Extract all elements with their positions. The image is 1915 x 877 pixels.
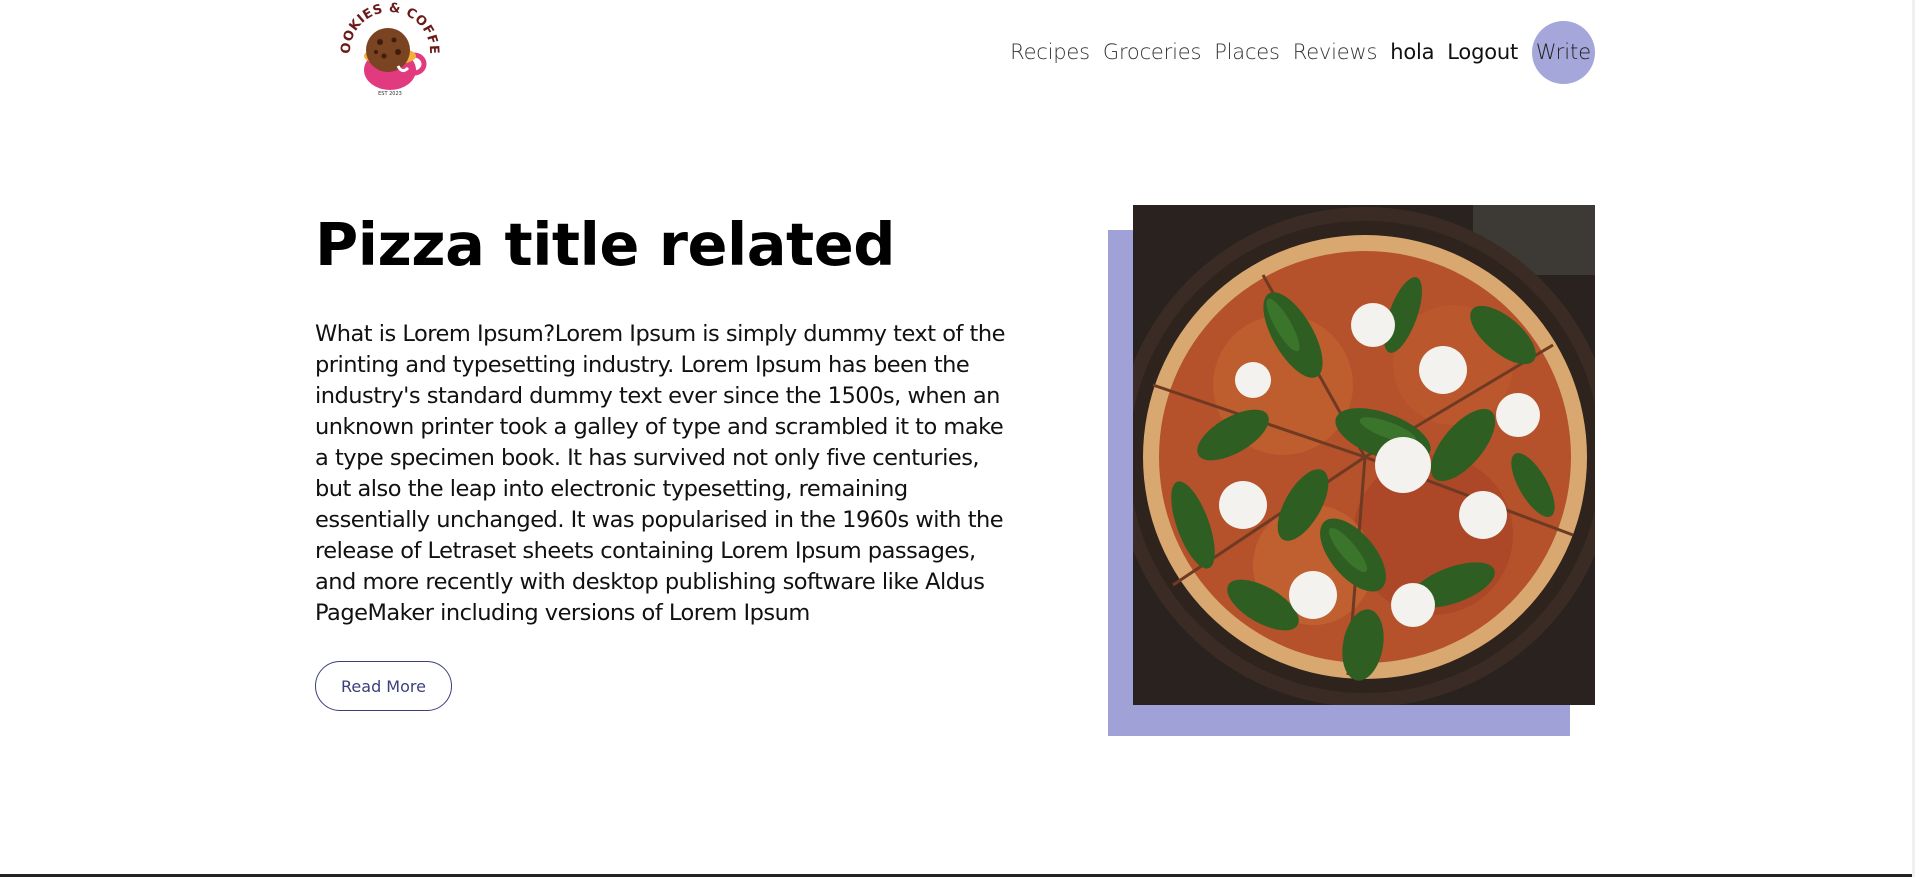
nav-groceries[interactable]: Groceries xyxy=(1103,40,1201,64)
nav-logout[interactable]: Logout xyxy=(1447,40,1518,64)
nav-recipes[interactable]: Recipes xyxy=(1010,40,1090,64)
svg-text:EST 2023: EST 2023 xyxy=(378,91,402,97)
nav-places[interactable]: Places xyxy=(1214,40,1280,64)
cookies-coffee-logo[interactable]: COOKIES & COFFEE EST 2023 xyxy=(327,0,448,100)
site-header: COOKIES & COFFEE EST 2023 Recipes Grocer… xyxy=(0,0,1915,110)
write-button[interactable]: Write xyxy=(1532,20,1595,84)
nav-username[interactable]: hola xyxy=(1390,40,1434,64)
nav-reviews[interactable]: Reviews xyxy=(1293,40,1378,64)
main-nav: Recipes Groceries Places Reviews hola Lo… xyxy=(1010,20,1595,84)
read-more-button[interactable]: Read More xyxy=(315,661,452,711)
post-description: What is Lorem Ipsum?Lorem Ipsum is simpl… xyxy=(315,321,1005,626)
pizza-image xyxy=(1133,205,1595,705)
post-title: Pizza title related xyxy=(315,210,896,279)
